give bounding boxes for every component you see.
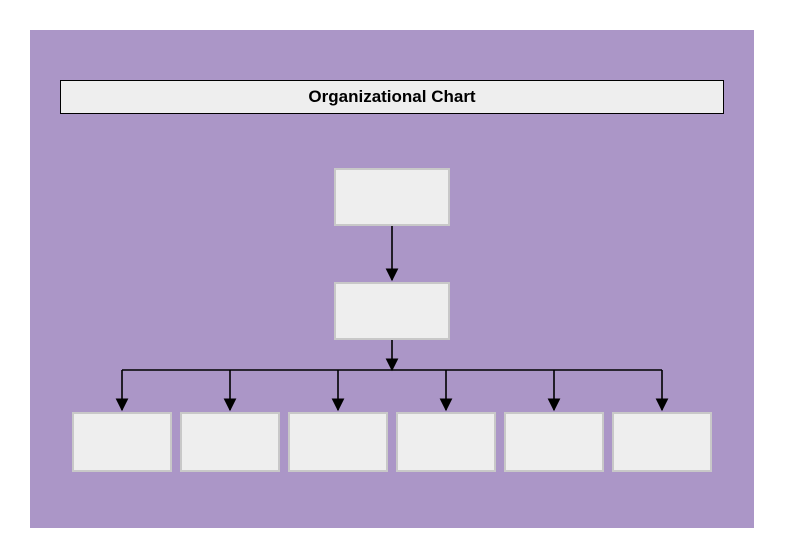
org-node-leaf-6	[612, 412, 712, 472]
org-node-leaf-1	[72, 412, 172, 472]
org-node-leaf-4	[396, 412, 496, 472]
chart-title-text: Organizational Chart	[308, 87, 475, 107]
org-node-leaf-2	[180, 412, 280, 472]
org-node-leaf-5	[504, 412, 604, 472]
org-node-root	[334, 168, 450, 226]
org-node-mid	[334, 282, 450, 340]
diagram-canvas: Organizational Chart	[30, 30, 754, 528]
chart-title: Organizational Chart	[60, 80, 724, 114]
org-node-leaf-3	[288, 412, 388, 472]
